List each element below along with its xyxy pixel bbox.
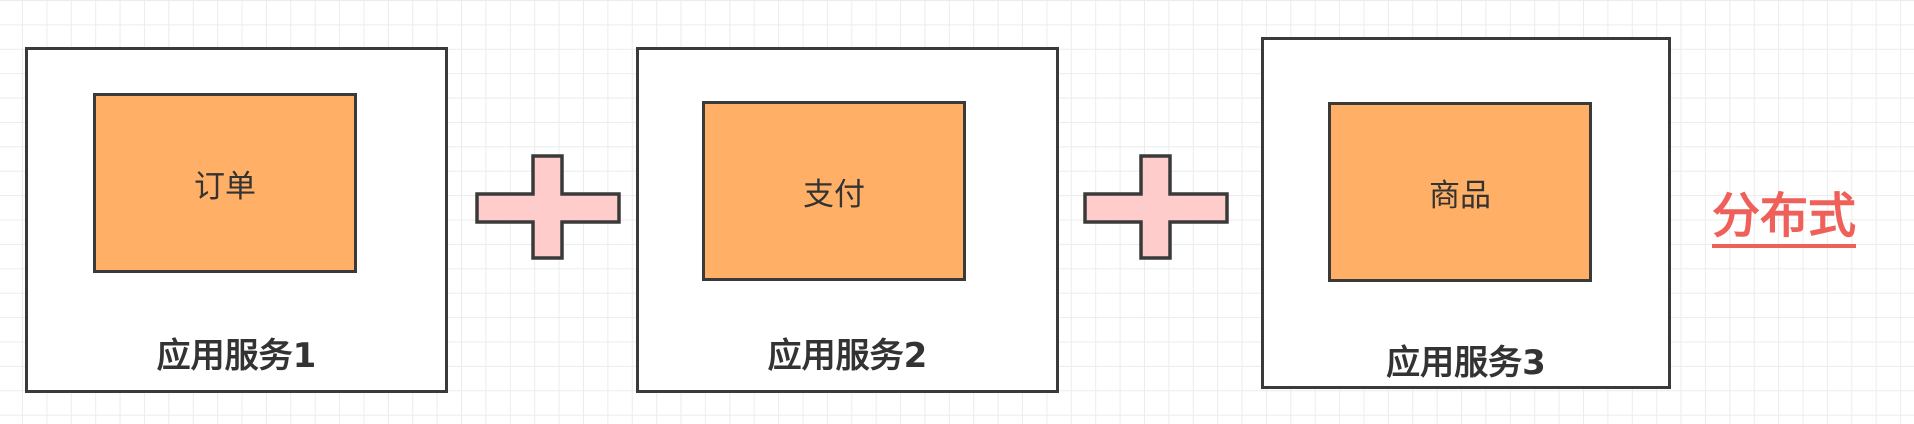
module-box-payment: 支付 [702,101,966,281]
distributed-label: 分布式 [1712,190,1857,248]
service-label-1: 应用服务1 [156,336,317,376]
service-box-1: 订单 应用服务1 [25,47,448,393]
module-box-order: 订单 [93,93,357,273]
service-box-3: 商品 应用服务3 [1261,37,1671,389]
service-label-2: 应用服务2 [767,336,928,376]
module-label-payment: 支付 [803,176,865,213]
service-label-3: 应用服务3 [1386,343,1546,383]
module-label-order: 订单 [194,168,256,205]
module-label-product: 商品 [1429,177,1491,214]
diagram-canvas: 订单 应用服务1 支付 应用服务2 商品 应用服务3 分布式 [0,0,1914,424]
module-box-product: 商品 [1328,102,1592,282]
plus-icon [1083,154,1229,260]
plus-icon [475,154,621,260]
service-box-2: 支付 应用服务2 [636,47,1059,393]
